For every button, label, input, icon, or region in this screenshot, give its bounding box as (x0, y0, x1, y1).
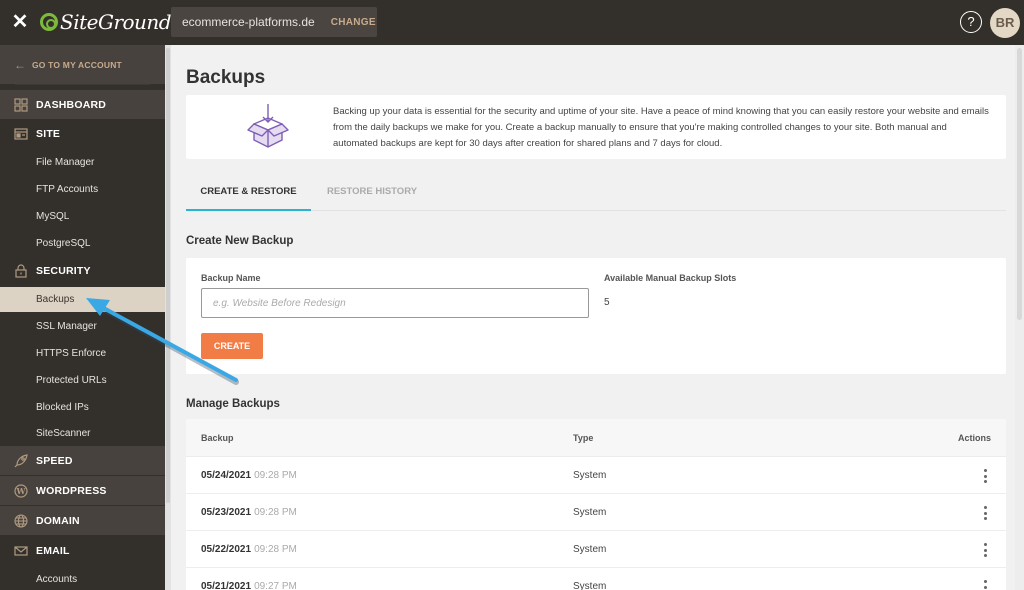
sidebar-section-label: EMAIL (36, 544, 70, 557)
sidebar-item-ftp-accounts[interactable]: FTP Accounts (0, 177, 165, 202)
logo-text: SiteGround (60, 10, 172, 34)
backup-type: System (573, 507, 607, 518)
sidebar-scrollbar-thumb[interactable] (166, 48, 170, 503)
backup-type: System (573, 581, 607, 590)
browser-icon (14, 127, 28, 141)
backup-time: 09:28 PM (254, 470, 297, 481)
backup-name-label: Backup Name (201, 273, 261, 283)
backup-date: 05/22/2021 (201, 544, 252, 555)
sidebar-section-label: SPEED (36, 454, 73, 467)
sidebar: ← GO TO MY ACCOUNT DASHBOARD SITE File M… (0, 45, 165, 590)
backup-date: 05/23/2021 (201, 507, 252, 518)
main-scrollbar-thumb[interactable] (1017, 48, 1022, 320)
sidebar-section-speed[interactable]: SPEED (0, 446, 165, 475)
backups-table: Backup Type Actions 05/24/2021 09:28 PM S… (186, 419, 1006, 590)
site-switcher[interactable]: ecommerce-platforms.de CHANGE (171, 7, 377, 37)
backup-time: 09:28 PM (254, 507, 297, 518)
create-button[interactable]: CREATE (201, 333, 263, 359)
column-header-backup[interactable]: Backup (201, 433, 234, 443)
sidebar-item-blocked-ips[interactable]: Blocked IPs (0, 395, 165, 420)
table-row[interactable]: 05/22/2021 09:28 PM System (186, 531, 1006, 568)
change-site-button[interactable]: CHANGE (331, 17, 376, 28)
sidebar-item-mysql[interactable]: MySQL (0, 204, 165, 229)
sidebar-section-label: SITE (36, 127, 61, 140)
wordpress-icon: W (14, 483, 28, 498)
tab-restore-history[interactable]: RESTORE HISTORY (326, 172, 418, 211)
siteground-logo[interactable]: SiteGround (40, 9, 172, 35)
backup-date: 05/21/2021 (201, 581, 252, 590)
sidebar-divider (15, 84, 150, 85)
close-icon[interactable]: ✕ (10, 10, 30, 34)
slots-label: Available Manual Backup Slots (604, 273, 737, 283)
sidebar-item-sitescanner[interactable]: SiteScanner (0, 421, 165, 446)
backup-time: 09:28 PM (254, 544, 297, 555)
tabs: CREATE & RESTORE RESTORE HISTORY (186, 172, 1006, 211)
table-row[interactable]: 05/24/2021 09:28 PM System (186, 457, 1006, 494)
page-title: Backups (186, 67, 266, 88)
top-bar: ✕ SiteGround ecommerce-platforms.de CHAN… (0, 0, 1024, 45)
arrow-left-icon: ← (14, 57, 26, 72)
svg-text:W: W (16, 486, 27, 496)
column-header-actions: Actions (957, 433, 991, 443)
sidebar-item-file-manager[interactable]: File Manager (0, 150, 165, 175)
info-text: Backing up your data is essential for th… (333, 106, 989, 149)
sidebar-item-protected-urls[interactable]: Protected URLs (0, 368, 165, 393)
backup-time: 09:27 PM (254, 581, 297, 590)
table-row[interactable]: 05/21/2021 09:27 PM System (186, 568, 1006, 590)
logo-mark-icon (40, 13, 58, 31)
sidebar-item-https-enforce[interactable]: HTTPS Enforce (0, 341, 165, 366)
backup-name-input[interactable] (201, 288, 589, 318)
info-card: Backing up your data is essential for th… (186, 95, 1006, 159)
more-actions-icon[interactable] (979, 467, 991, 485)
tab-create-restore[interactable]: CREATE & RESTORE (186, 172, 311, 211)
go-to-my-account-label: GO TO MY ACCOUNT (32, 59, 122, 70)
backup-date-cell: 05/22/2021 09:28 PM (201, 544, 297, 555)
sidebar-section-label: WORDPRESS (36, 484, 107, 497)
more-actions-icon[interactable] (979, 541, 991, 559)
envelope-icon (14, 544, 28, 558)
help-icon[interactable]: ? (960, 11, 982, 33)
globe-icon (14, 513, 28, 528)
box-download-icon (247, 104, 289, 148)
sidebar-section-label: SECURITY (36, 264, 91, 277)
column-header-type[interactable]: Type (573, 433, 593, 443)
table-header: Backup Type Actions (186, 419, 1006, 457)
sidebar-section-label: DASHBOARD (36, 98, 107, 111)
backup-date-cell: 05/21/2021 09:27 PM (201, 581, 297, 590)
grid-icon (14, 97, 28, 112)
sidebar-section-dashboard[interactable]: DASHBOARD (0, 90, 165, 119)
sidebar-section-wordpress[interactable]: W WORDPRESS (0, 476, 165, 505)
sidebar-item-backups[interactable]: Backups (0, 287, 165, 312)
sidebar-section-domain[interactable]: DOMAIN (0, 506, 165, 535)
sidebar-item-email-accounts[interactable]: Accounts (0, 567, 165, 590)
create-backup-card: Backup Name Available Manual Backup Slot… (186, 258, 1006, 374)
avatar[interactable]: BR (990, 8, 1020, 38)
backup-type: System (573, 544, 607, 555)
slots-value: 5 (604, 297, 610, 308)
backup-date-cell: 05/24/2021 09:28 PM (201, 470, 297, 481)
backup-date: 05/24/2021 (201, 470, 252, 481)
manage-section-title: Manage Backups (186, 398, 280, 410)
sidebar-section-label: DOMAIN (36, 514, 80, 527)
site-name: ecommerce-platforms.de (182, 15, 315, 29)
table-row[interactable]: 05/23/2021 09:28 PM System (186, 494, 1006, 531)
more-actions-icon[interactable] (979, 578, 991, 590)
sidebar-section-site[interactable]: SITE (0, 119, 165, 148)
sidebar-item-ssl-manager[interactable]: SSL Manager (0, 314, 165, 339)
rocket-icon (14, 453, 28, 468)
sidebar-item-postgresql[interactable]: PostgreSQL (0, 231, 165, 256)
main-content: Backups Backing up your data is essentia… (171, 45, 1024, 590)
backup-type: System (573, 470, 607, 481)
more-actions-icon[interactable] (979, 504, 991, 522)
sidebar-section-security[interactable]: SECURITY (0, 256, 165, 285)
create-section-title: Create New Backup (186, 235, 294, 247)
lock-icon (14, 263, 28, 278)
backup-date-cell: 05/23/2021 09:28 PM (201, 507, 297, 518)
go-to-my-account-link[interactable]: ← GO TO MY ACCOUNT (0, 45, 165, 84)
sidebar-section-email[interactable]: EMAIL (0, 536, 165, 565)
